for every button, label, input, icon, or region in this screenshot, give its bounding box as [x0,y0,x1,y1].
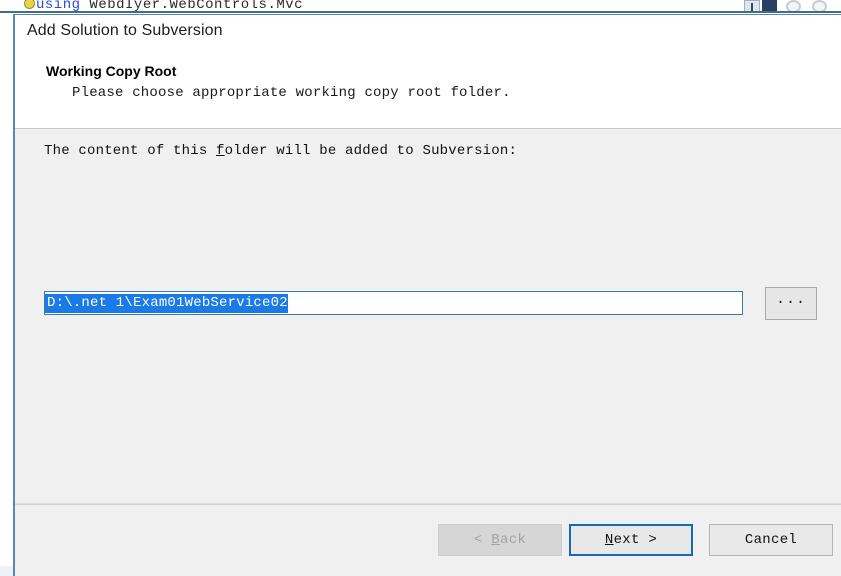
dialog-footer: < Back Next > Cancel [15,504,841,576]
path-input-value: D:\.net 1\Exam01WebService02 [45,294,288,313]
dialog-body: The content of this folder will be added… [15,129,841,504]
browse-folder-button[interactable]: ... [765,287,817,320]
label-part-after: older will be added to Subversion: [224,143,518,159]
next-button-label: Next > [604,532,658,548]
back-button[interactable]: < Back [438,524,562,556]
cancel-button-label: Cancel [744,532,798,548]
back-button-label: < Back [473,532,527,548]
editor-top-strip: using WebdIyer.WebControls.Mvc [0,0,841,14]
add-solution-to-subversion-dialog: Add Solution to Subversion Working Copy … [13,14,841,576]
page-heading: Working Copy Root [46,63,177,79]
bookmark-icon [24,0,35,9]
next-button[interactable]: Next > [569,524,693,556]
editor-divider [0,11,841,13]
label-accelerator: f [216,143,225,159]
label-part-before: The content of this [44,143,217,159]
browse-ellipsis-label: ... [775,291,806,308]
dialog-header: Add Solution to Subversion Working Copy … [15,15,841,129]
page-description: Please choose appropriate working copy r… [72,85,511,101]
folder-field-label: The content of this folder will be added… [44,143,517,159]
dialog-title: Add Solution to Subversion [27,22,223,39]
cancel-button[interactable]: Cancel [709,524,833,556]
working-copy-path-input[interactable]: D:\.net 1\Exam01WebService02 [44,291,743,315]
